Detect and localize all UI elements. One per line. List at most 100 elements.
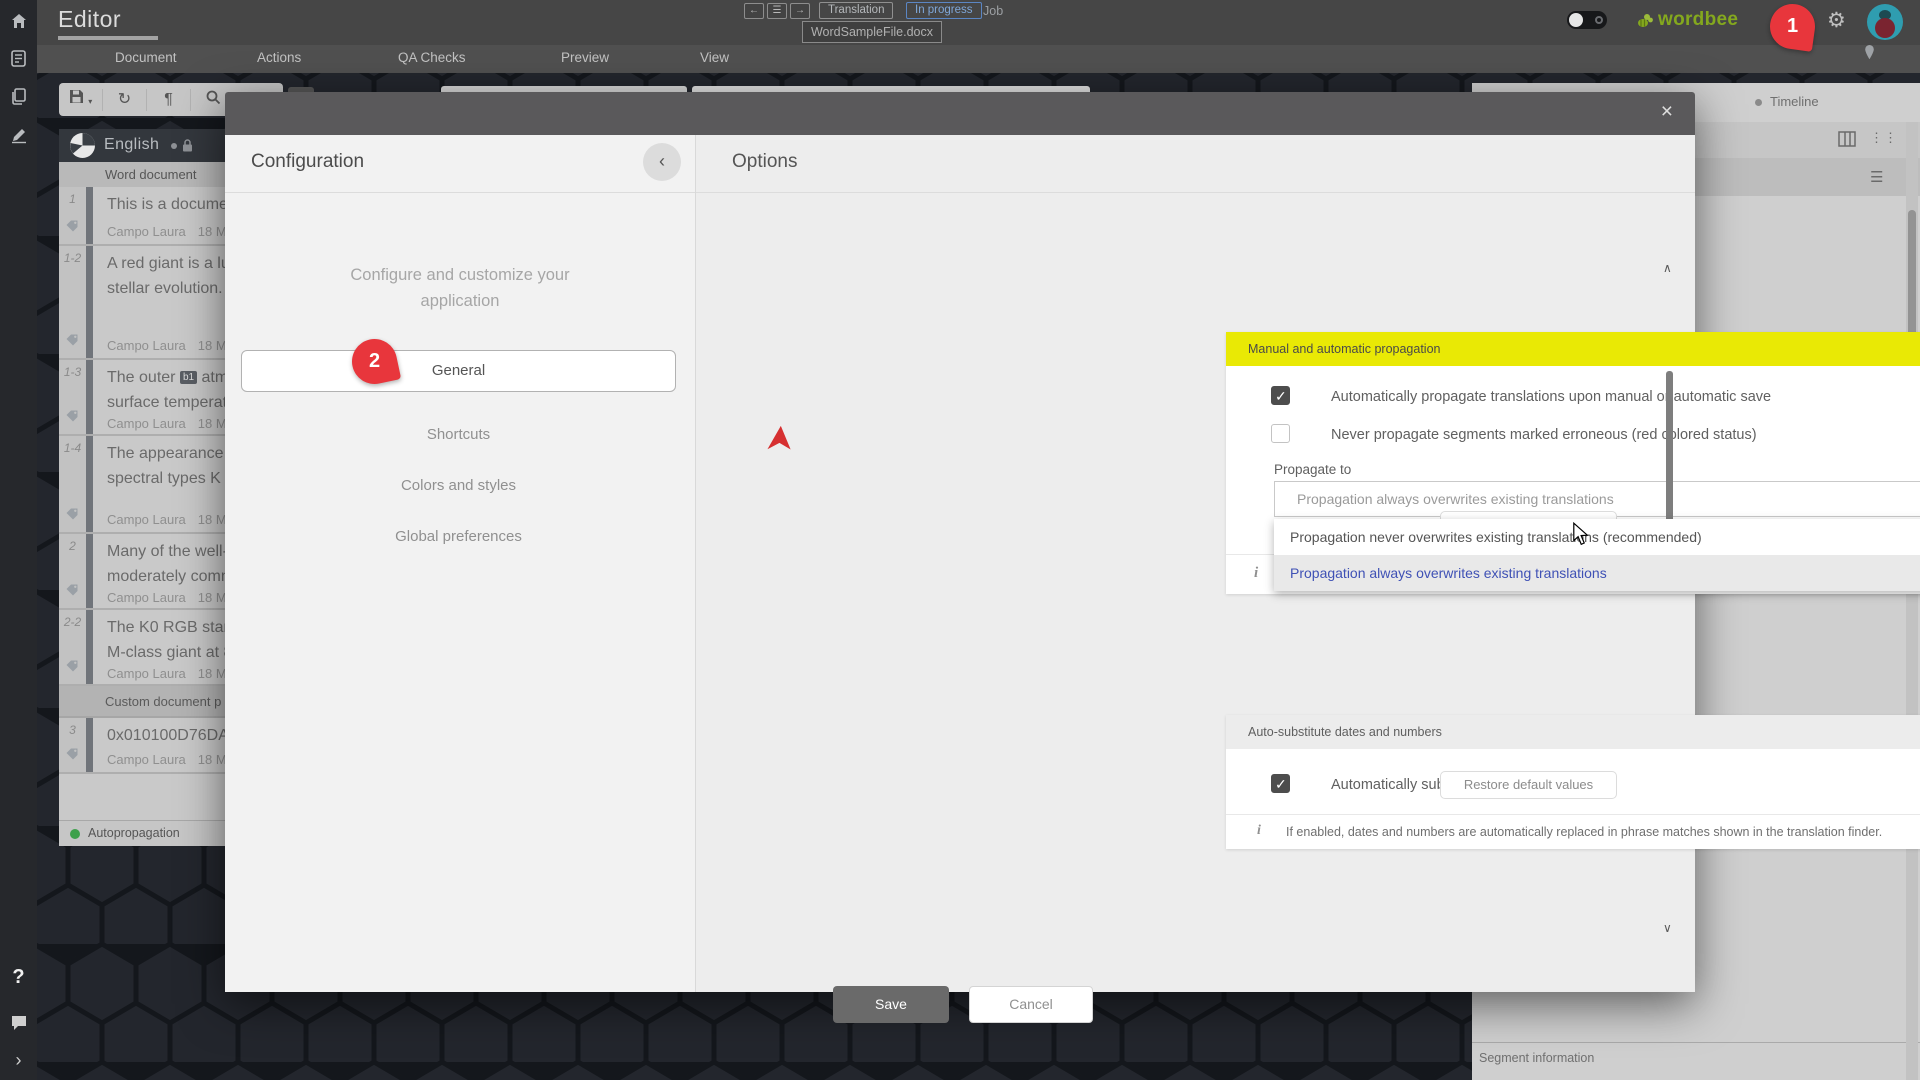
job-label[interactable]: Job xyxy=(983,4,1003,18)
brand-name: wordbee xyxy=(1658,9,1738,31)
help-icon[interactable]: ? xyxy=(0,966,37,989)
segment-status-bar xyxy=(86,610,93,684)
segment-number: 1-3 xyxy=(59,365,86,379)
propagation-section: Manual and automatic propagation Automat… xyxy=(1226,332,1920,594)
edit-icon[interactable] xyxy=(0,126,37,149)
menu-item-view[interactable]: View xyxy=(700,50,729,65)
configuration-menu: General Shortcuts Colors and styles Global … xyxy=(241,350,676,545)
segment-author: Campo Laura xyxy=(107,416,186,431)
kebab-menu-icon[interactable]: ⋮⋮ xyxy=(1870,130,1898,146)
annotation-arrow-icon xyxy=(766,424,796,459)
autosubstitute-section-header: Auto-substitute dates and numbers xyxy=(1226,715,1920,749)
tag-icon[interactable] xyxy=(65,583,79,602)
segment-status-bar xyxy=(86,436,93,532)
segment-status-bar xyxy=(86,187,93,244)
save-caret-icon[interactable]: ▾ xyxy=(88,97,92,106)
back-button[interactable]: ← xyxy=(744,3,764,19)
segment-number: 1-2 xyxy=(59,251,86,265)
view-toggle[interactable] xyxy=(1567,11,1607,29)
columns-icon[interactable] xyxy=(1838,131,1856,152)
tag-icon[interactable] xyxy=(65,409,79,428)
segment-information-label[interactable]: Segment information xyxy=(1479,1051,1594,1065)
cancel-button[interactable]: Cancel xyxy=(969,986,1093,1023)
pilcrow-icon[interactable]: ¶ xyxy=(147,89,191,111)
save-icon[interactable]: ▾ xyxy=(59,89,103,111)
right-panel-scrollbar[interactable] xyxy=(1906,122,1918,1080)
save-button[interactable]: Save xyxy=(833,986,949,1023)
documents-icon[interactable] xyxy=(0,88,37,110)
autosubstitute-info-text: If enabled, dates and numbers are automa… xyxy=(1286,815,1882,849)
file-tab[interactable]: WordSampleFile.docx xyxy=(802,21,942,43)
app-title: Editor xyxy=(58,6,121,33)
tag-icon[interactable] xyxy=(65,219,79,238)
pin-panel-icon[interactable] xyxy=(1862,44,1877,66)
user-avatar[interactable] xyxy=(1867,4,1903,40)
left-rail: ? › xyxy=(0,0,37,1080)
segment-gutter: 2-2 xyxy=(59,610,86,684)
hamburger-icon[interactable]: ☰ xyxy=(1870,168,1883,186)
never-propagate-checkbox[interactable] xyxy=(1271,424,1290,443)
segment-gutter: 1-2 xyxy=(59,246,86,358)
config-item-colors-and-styles[interactable]: Colors and styles xyxy=(241,477,676,494)
timeline-label[interactable]: Timeline xyxy=(1755,94,1819,109)
status-chip[interactable]: In progress xyxy=(906,2,982,19)
top-bar: Editor Document Actions QA Checks Preview Vi… xyxy=(37,0,1920,73)
menu-item-document[interactable]: Document xyxy=(115,50,177,65)
autopropagate-checkbox[interactable] xyxy=(1271,386,1290,405)
info-icon: i xyxy=(1257,823,1261,839)
back-button-circle[interactable]: ‹ xyxy=(643,143,681,181)
segment-gutter: 2 xyxy=(59,534,86,608)
bee-icon xyxy=(1635,10,1655,30)
tag-icon[interactable] xyxy=(65,747,79,766)
modal-body: Configuration ‹ Configure and customize … xyxy=(225,135,1695,992)
tag-icon[interactable] xyxy=(65,507,79,526)
home-icon[interactable] xyxy=(0,12,37,35)
segment-gutter: 1-3 xyxy=(59,360,86,434)
scroll-down-icon[interactable]: ∨ xyxy=(1663,921,1672,935)
progress-pie-icon xyxy=(69,132,96,159)
tag-icon[interactable] xyxy=(65,659,79,678)
segment-author: Campo Laura xyxy=(107,224,186,239)
list-button[interactable]: ☰ xyxy=(767,3,787,19)
config-item-general[interactable]: General xyxy=(241,350,676,392)
segment-author: Campo Laura xyxy=(107,590,186,605)
settings-gear-icon[interactable]: ⚙ xyxy=(1827,8,1846,33)
mouse-cursor xyxy=(1570,522,1592,551)
never-propagate-checkbox-label: Never propagate segments marked erroneou… xyxy=(1331,427,1757,443)
segment-number: 1-4 xyxy=(59,441,86,455)
doc-type-chip[interactable]: Translation xyxy=(819,2,893,19)
segment-author: Campo Laura xyxy=(107,512,186,527)
segment-author: Campo Laura xyxy=(107,666,186,681)
dropdown-option-0[interactable]: Propagation never overwrites existing tr… xyxy=(1274,519,1920,555)
chat-icon[interactable] xyxy=(0,1014,37,1036)
segment-author: Campo Laura xyxy=(107,338,186,353)
close-icon[interactable]: × xyxy=(1661,100,1673,124)
header-divider xyxy=(225,192,695,193)
language-name[interactable]: English xyxy=(104,136,159,154)
dropdown-option-1[interactable]: Propagation always overwrites existing t… xyxy=(1274,555,1920,591)
scroll-up-icon[interactable]: ∧ xyxy=(1663,261,1672,275)
config-item-shortcuts[interactable]: Shortcuts xyxy=(241,426,676,443)
autosubstitute-checkbox[interactable] xyxy=(1271,774,1290,793)
segment-number: 2-2 xyxy=(59,615,86,629)
menu-item-preview[interactable]: Preview xyxy=(561,50,609,65)
inline-tag-chip[interactable]: b1 xyxy=(180,371,197,384)
menu-item-qa-checks[interactable]: QA Checks xyxy=(398,50,466,65)
lock-icon xyxy=(182,139,193,157)
tag-icon[interactable] xyxy=(65,333,79,352)
expand-icon[interactable]: › xyxy=(0,1050,37,1071)
segment-number: 1 xyxy=(59,192,86,206)
config-item-global-preferences[interactable]: Global preferences xyxy=(241,528,676,545)
segment-gutter: 1 xyxy=(59,187,86,244)
options-header-divider xyxy=(696,192,1695,193)
restore-defaults-button-2[interactable]: Restore default values xyxy=(1440,771,1617,799)
propagate-to-label: Propagate to xyxy=(1274,462,1351,477)
forward-button[interactable]: → xyxy=(790,3,810,19)
refresh-icon[interactable]: ↻ xyxy=(103,89,147,111)
menu-item-actions[interactable]: Actions xyxy=(257,50,301,65)
screen: ? › Editor Document Actions QA Checks Previ… xyxy=(0,0,1920,1080)
segments-icon[interactable] xyxy=(0,50,37,72)
autosubstitute-info-row: i If enabled, dates and numbers are auto… xyxy=(1226,814,1920,849)
autopropagation-label[interactable]: Autopropagation xyxy=(88,826,180,840)
configuration-title: Configuration xyxy=(251,151,364,173)
